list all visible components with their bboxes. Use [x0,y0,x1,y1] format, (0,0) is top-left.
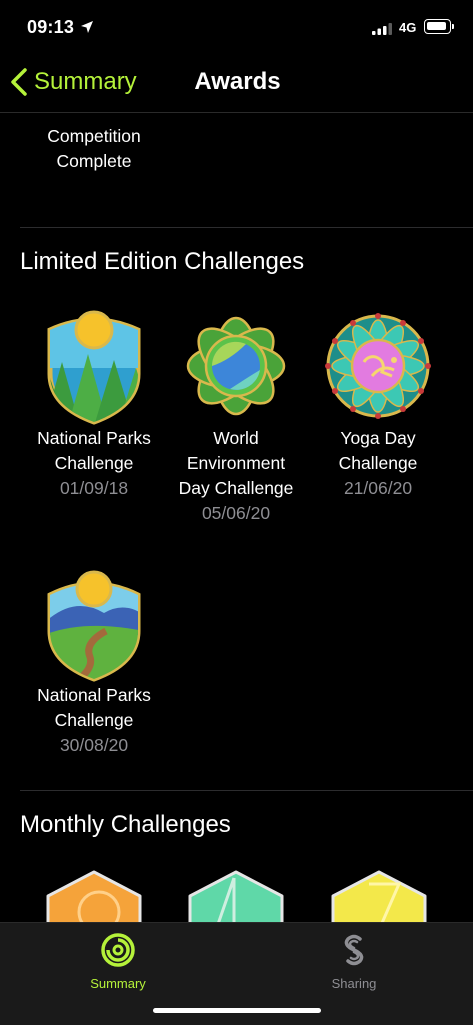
chevron-left-icon [11,68,27,96]
award-national-parks-2020[interactable]: National Parks Challenge 30/08/20 [19,565,169,758]
award-name: Competition [47,126,141,146]
award-name: Day Challenge [178,478,294,498]
monthly-badge-orange-icon[interactable] [44,870,144,922]
national-parks-badge-icon [47,570,141,682]
world-environment-badge-icon [186,316,286,416]
network-type: 4G [399,20,417,35]
award-name: World [213,428,259,448]
section-title-limited: Limited Edition Challenges [20,248,305,275]
competition-medal-icon [64,112,124,124]
award-date: 30/08/20 [59,735,129,755]
location-arrow-icon [81,21,93,33]
awards-scroll-view[interactable]: Competition Complete Limited Edition Cha… [0,112,473,922]
status-bar: 09:13 4G [0,0,473,56]
tab-sharing[interactable]: Sharing [294,931,414,991]
national-parks-badge-icon [47,310,141,425]
back-button[interactable]: Summary [10,64,137,100]
award-yoga-day[interactable]: Yoga Day Challenge 21/06/20 [303,308,453,501]
award-name: National Parks [37,428,151,448]
section-divider [20,790,473,791]
monthly-badge-yellow-icon[interactable] [329,870,429,922]
navigation-bar: Awards Summary [0,56,473,113]
award-competition-complete[interactable]: Competition Complete [19,112,169,174]
sharing-icon [344,934,364,966]
award-national-parks-2018[interactable]: National Parks Challenge 01/09/18 [19,308,169,501]
battery-icon [424,19,451,34]
tab-label: Sharing [331,976,377,991]
award-name: Challenge [54,453,134,473]
status-time: 09:13 [27,17,75,37]
award-name: Yoga Day [340,428,416,448]
activity-rings-icon [101,933,135,967]
award-name: Challenge [338,453,418,473]
award-name: Complete [56,151,132,171]
section-title-monthly: Monthly Challenges [20,811,231,838]
award-date: 01/09/18 [59,478,129,498]
award-name: Challenge [54,710,134,730]
cellular-signal-icon [372,23,392,35]
tab-label: Summary [90,976,146,991]
yoga-day-badge-icon [325,313,431,419]
tab-summary[interactable]: Summary [58,931,178,991]
back-button-label: Summary [34,68,137,95]
home-indicator[interactable] [153,1008,321,1013]
award-world-environment-day[interactable]: World Environment Day Challenge 05/06/20 [161,308,311,526]
monthly-badge-green-icon[interactable] [186,870,286,922]
award-name: Environment [186,453,286,473]
award-name: National Parks [37,685,151,705]
section-divider [20,227,473,228]
award-date: 05/06/20 [201,503,271,523]
battery-cap [452,24,454,29]
award-date: 21/06/20 [343,478,413,498]
